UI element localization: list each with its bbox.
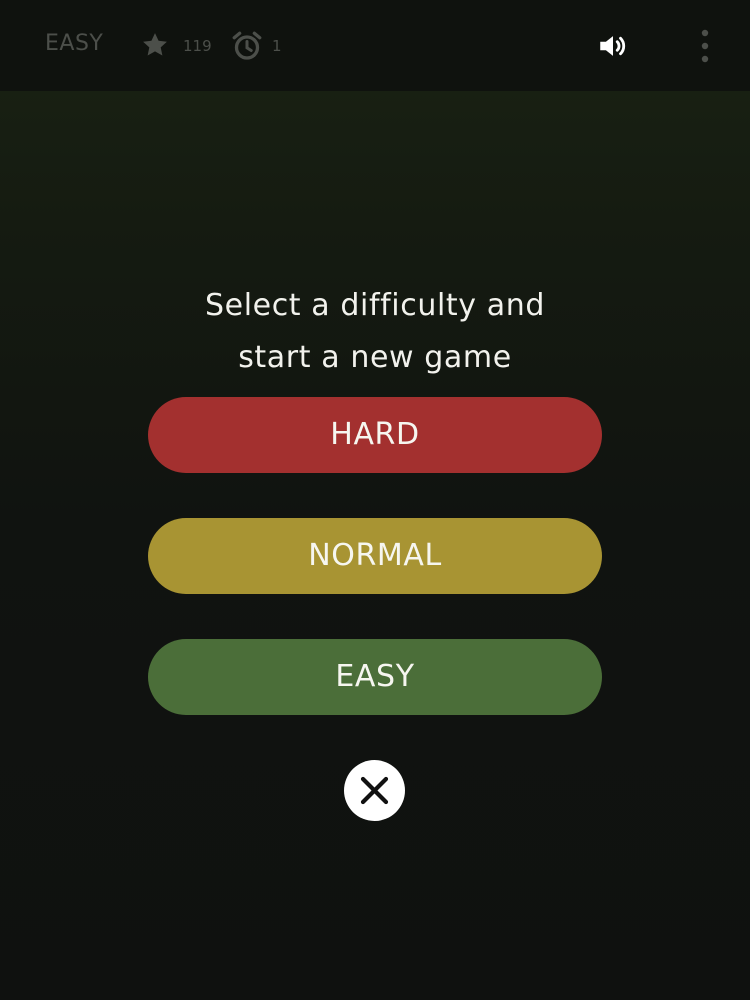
score-value: 119 (183, 37, 212, 55)
game-background (0, 0, 750, 1000)
normal-button[interactable]: NORMAL (148, 518, 602, 594)
difficulty-prompt: Select a difficulty and start a new game (0, 280, 750, 384)
prompt-line-2: start a new game (238, 340, 512, 375)
easy-button[interactable]: EASY (148, 639, 602, 715)
close-icon (360, 776, 389, 805)
close-button[interactable] (344, 760, 405, 821)
more-vertical-icon[interactable] (696, 26, 714, 66)
top-bar: EASY 119 1 (0, 0, 750, 91)
speaker-icon[interactable] (596, 29, 630, 63)
difficulty-label: EASY (45, 31, 104, 56)
star-icon (143, 33, 167, 56)
timer-value: 1 (272, 37, 282, 55)
prompt-line-1: Select a difficulty and (205, 288, 545, 323)
alarm-clock-icon (232, 31, 262, 60)
hard-button[interactable]: HARD (148, 397, 602, 473)
